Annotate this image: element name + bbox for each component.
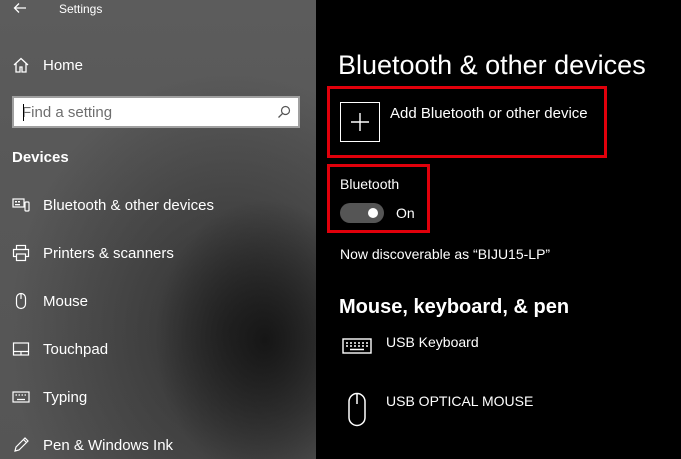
device-item-keyboard[interactable]: USB Keyboard	[340, 333, 479, 355]
title-bar: Settings	[0, 0, 316, 20]
device-item-mouse[interactable]: USB OPTICAL MOUSE	[340, 392, 533, 428]
text-caret	[23, 104, 24, 121]
sidebar-item-touchpad[interactable]: Touchpad	[12, 338, 108, 360]
app-title: Settings	[59, 2, 103, 16]
sidebar-item-typing[interactable]: Typing	[12, 386, 87, 408]
search-box[interactable]	[12, 96, 300, 128]
back-arrow-icon[interactable]	[12, 0, 28, 16]
sidebar-item-label: Pen & Windows Ink	[43, 436, 174, 454]
page-title: Bluetooth & other devices	[338, 50, 646, 80]
printer-icon	[12, 244, 30, 262]
sidebar-item-pen[interactable]: Pen & Windows Ink	[12, 434, 173, 456]
highlight-box-bluetooth	[327, 164, 430, 233]
section-title-input-devices: Mouse, keyboard, & pen	[339, 296, 570, 318]
home-icon	[12, 56, 30, 74]
bluetooth-toggle[interactable]	[340, 203, 384, 223]
sidebar: Settings Home Devices Bluetooth & other …	[0, 0, 316, 459]
sidebar-item-label: Home	[43, 56, 84, 74]
sidebar-item-home[interactable]: Home	[12, 54, 83, 76]
bluetooth-label: Bluetooth	[340, 176, 400, 192]
plus-icon	[340, 102, 380, 142]
discoverable-status: Now discoverable as “BIJU15-LP”	[340, 246, 551, 262]
sidebar-item-label: Mouse	[43, 292, 89, 310]
sidebar-item-label: Touchpad	[43, 340, 109, 358]
touchpad-icon	[12, 340, 30, 358]
add-device-label: Add Bluetooth or other device	[390, 105, 588, 122]
device-name: USB OPTICAL MOUSE	[386, 393, 534, 409]
sidebar-item-printers[interactable]: Printers & scanners	[12, 242, 174, 264]
search-icon[interactable]	[277, 105, 291, 119]
mouse-icon	[340, 392, 374, 428]
section-title-devices: Devices	[12, 149, 69, 166]
bluetooth-toggle-state: On	[396, 205, 415, 221]
search-input[interactable]	[14, 98, 277, 126]
pen-icon	[12, 436, 30, 454]
mouse-icon	[12, 292, 30, 310]
sidebar-item-mouse[interactable]: Mouse	[12, 290, 88, 312]
sidebar-item-bluetooth[interactable]: Bluetooth & other devices	[12, 194, 214, 216]
toggle-knob	[368, 208, 378, 218]
main-content: Bluetooth & other devices Add Bluetooth …	[316, 0, 681, 459]
sidebar-item-label: Printers & scanners	[43, 244, 174, 262]
add-device-button[interactable]: Add Bluetooth or other device	[340, 102, 588, 142]
bluetooth-devices-icon	[12, 196, 30, 214]
sidebar-item-label: Bluetooth & other devices	[43, 196, 214, 214]
device-name: USB Keyboard	[386, 334, 479, 350]
keyboard-icon	[12, 388, 30, 406]
keyboard-icon	[340, 333, 374, 355]
sidebar-item-label: Typing	[43, 388, 88, 406]
